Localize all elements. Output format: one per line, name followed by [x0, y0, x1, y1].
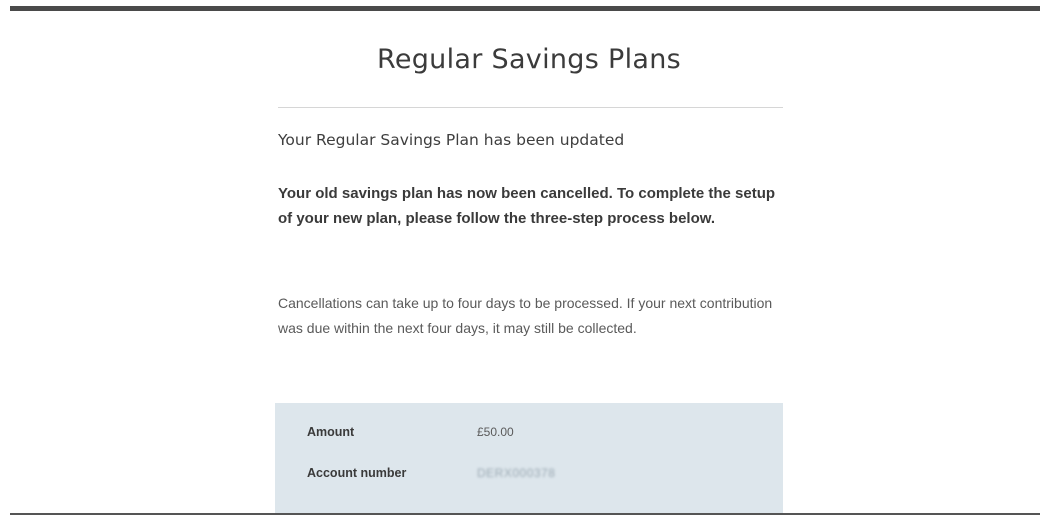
title-divider — [278, 107, 783, 108]
detail-row-amount: Amount £50.00 — [307, 425, 767, 445]
detail-value: £50.00 — [477, 425, 514, 439]
processing-info: Cancellations can take up to four days t… — [278, 295, 773, 336]
main-content: Regular Savings Plans Your Regular Savin… — [275, 0, 783, 513]
detail-label: Account number — [307, 466, 407, 480]
page-title: Regular Savings Plans — [376, 44, 681, 75]
detail-label: Amount — [307, 425, 355, 439]
bottom-rule — [10, 513, 1040, 515]
cancellation-notice: Your old savings plan has now been cance… — [278, 185, 776, 227]
detail-row-account-number: Account number DERX000378 — [307, 466, 767, 486]
confirmation-subheading: Your Regular Savings Plan has been updat… — [278, 131, 625, 149]
detail-value-masked: DERX000378 — [477, 466, 556, 480]
plan-details-panel: Amount £50.00 Account number DERX000378 — [275, 403, 783, 513]
